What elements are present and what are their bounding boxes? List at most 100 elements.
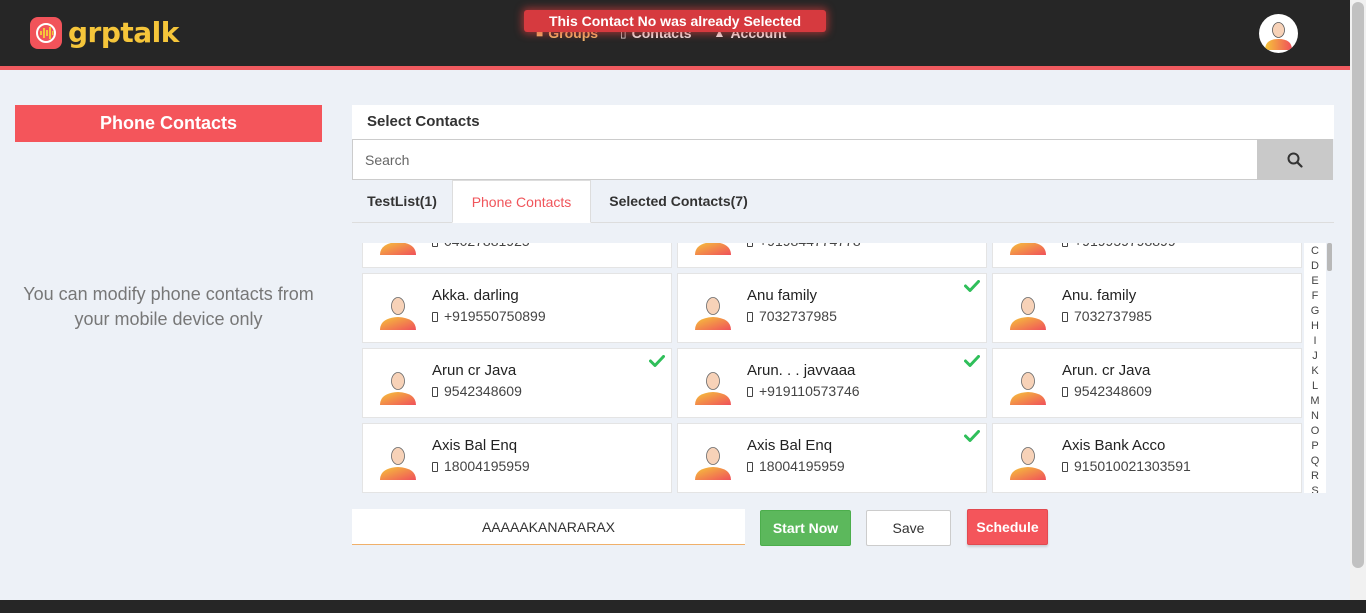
alphabet-letter[interactable]: Q <box>1304 454 1326 469</box>
selected-check-icon <box>964 279 980 292</box>
contact-card[interactable]: Arun. . . javvaaa +919110573746 <box>677 348 987 418</box>
alphabet-letter[interactable]: P <box>1304 439 1326 454</box>
alphabet-letter[interactable]: M <box>1304 394 1326 409</box>
contact-phone: +919959798899 <box>1062 243 1176 249</box>
contact-phone-number: +919959798899 <box>1074 243 1176 249</box>
search-input[interactable] <box>353 140 1257 179</box>
alphabet-letter[interactable]: J <box>1304 349 1326 364</box>
contact-card[interactable]: Axis Bal Enq 18004195959 <box>362 423 672 493</box>
contact-name: Arun cr Java <box>432 362 517 379</box>
start-now-button[interactable]: Start Now <box>760 510 851 546</box>
person-avatar-icon <box>1008 243 1048 256</box>
logo-text: grptalk <box>68 16 179 49</box>
save-button[interactable]: Save <box>866 510 951 546</box>
alphabet-letter[interactable]: F <box>1304 289 1326 304</box>
alphabet-letter[interactable]: S <box>1304 484 1326 493</box>
contact-name: Anu family <box>747 287 818 304</box>
alphabet-letter[interactable]: N <box>1304 409 1326 424</box>
mobile-phone-icon <box>1062 387 1068 397</box>
contact-phone-number: 915010021303591 <box>1074 458 1191 474</box>
alphabet-letter[interactable]: R <box>1304 469 1326 484</box>
contact-phone: 7032737985 <box>747 308 837 324</box>
contact-phone: 9542348609 <box>1062 383 1152 399</box>
tab-testlist[interactable]: TestList(1) <box>352 180 452 223</box>
alphabet-letter[interactable]: D <box>1304 259 1326 274</box>
schedule-button[interactable]: Schedule <box>967 509 1048 545</box>
mobile-phone-icon <box>432 387 438 397</box>
person-avatar-icon <box>1008 366 1048 406</box>
alphabet-scrollbar[interactable] <box>1327 243 1332 271</box>
contact-phone: 18004195959 <box>432 458 530 474</box>
header-accent-line <box>0 66 1350 70</box>
mobile-phone-icon <box>432 243 438 247</box>
person-avatar-icon <box>693 441 733 481</box>
contact-tabs: TestList(1) Phone Contacts Selected Cont… <box>352 180 1334 223</box>
contact-card[interactable]: Anu. family 7032737985 <box>992 273 1302 343</box>
page-footer <box>0 600 1366 613</box>
contact-phone: 7032737985 <box>1062 308 1152 324</box>
person-avatar-icon <box>693 366 733 406</box>
contact-name: Anu. family <box>1062 287 1137 304</box>
contact-phone: 915010021303591 <box>1062 458 1191 474</box>
tab-selected-contacts[interactable]: Selected Contacts(7) <box>591 180 766 223</box>
contact-name: Akka. darling <box>432 287 519 304</box>
selected-check-icon <box>649 354 665 367</box>
user-avatar-icon <box>1265 22 1292 50</box>
contact-card[interactable]: Arun. cr Java 9542348609 <box>992 348 1302 418</box>
contact-phone-number: 18004195959 <box>444 458 530 474</box>
contact-phone: 04027881925 <box>432 243 530 249</box>
contact-card[interactable]: Anu family 7032737985 <box>677 273 987 343</box>
person-avatar-icon <box>378 243 418 256</box>
contact-card[interactable]: 04027881925 <box>362 243 672 268</box>
mobile-phone-icon <box>1062 243 1068 247</box>
contact-phone-number: 18004195959 <box>759 458 845 474</box>
contact-phone-number: +919110573746 <box>759 383 860 399</box>
phone-contacts-title: Phone Contacts <box>15 105 322 142</box>
contact-name: Arun. . . javvaaa <box>747 362 856 379</box>
selected-check-icon <box>964 354 980 367</box>
group-name-input[interactable]: AAAAAKANARARAX <box>352 509 745 545</box>
contact-phone-number: 04027881925 <box>444 243 530 249</box>
search-icon <box>1287 152 1303 168</box>
person-avatar-icon <box>693 243 733 256</box>
mobile-phone-icon <box>432 462 438 472</box>
tab-phone-contacts[interactable]: Phone Contacts <box>452 180 591 223</box>
alphabet-letter[interactable]: K <box>1304 364 1326 379</box>
alphabet-letter[interactable]: E <box>1304 274 1326 289</box>
alphabet-letter[interactable]: C <box>1304 244 1326 259</box>
contact-card[interactable]: Axis Bal Enq 18004195959 <box>677 423 987 493</box>
person-avatar-icon <box>378 291 418 331</box>
contact-card[interactable]: +919959798899 <box>992 243 1302 268</box>
alphabet-letter[interactable]: G <box>1304 304 1326 319</box>
search-field[interactable] <box>352 139 1258 180</box>
mobile-phone-icon <box>747 387 753 397</box>
contact-card[interactable]: Akka. darling +919550750899 <box>362 273 672 343</box>
contact-phone: 18004195959 <box>747 458 845 474</box>
contact-name: Arun. cr Java <box>1062 362 1151 379</box>
contact-phone-number: +919844774778 <box>759 243 861 249</box>
contact-phone-number: 9542348609 <box>444 383 522 399</box>
page-scrollbar-thumb[interactable] <box>1352 2 1364 568</box>
contact-card[interactable]: Axis Bank Acco 915010021303591 <box>992 423 1302 493</box>
contact-name: Axis Bal Enq <box>432 437 518 454</box>
person-avatar-icon <box>378 366 418 406</box>
app-logo[interactable]: grptalk <box>30 16 179 50</box>
person-avatar-icon <box>693 291 733 331</box>
alphabet-index: CDEFGHIJKLMNOPQRS <box>1304 243 1326 493</box>
alphabet-letter[interactable]: L <box>1304 379 1326 394</box>
contact-phone-number: 7032737985 <box>1074 308 1152 324</box>
user-avatar[interactable] <box>1259 14 1298 53</box>
logo-mark-icon <box>30 17 62 49</box>
contact-phone-number: +919550750899 <box>444 308 546 324</box>
alphabet-letter[interactable]: O <box>1304 424 1326 439</box>
search-button[interactable] <box>1257 139 1333 180</box>
contact-card[interactable]: +919844774778 <box>677 243 987 268</box>
person-avatar-icon <box>378 441 418 481</box>
alphabet-letter[interactable]: I <box>1304 334 1326 349</box>
contact-phone: 9542348609 <box>432 383 522 399</box>
alphabet-letter[interactable]: H <box>1304 319 1326 334</box>
mobile-phone-icon <box>1062 462 1068 472</box>
contact-card[interactable]: Arun cr Java 9542348609 <box>362 348 672 418</box>
contact-name: Axis Bank Acco <box>1062 437 1166 454</box>
mobile-phone-icon <box>747 312 753 322</box>
